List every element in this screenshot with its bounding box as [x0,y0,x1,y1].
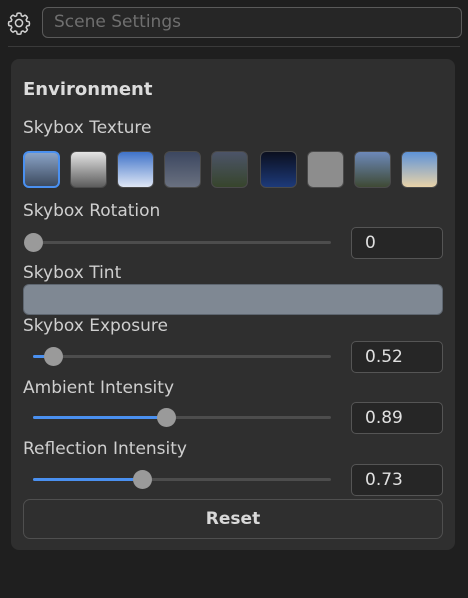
reset-button[interactable]: Reset [23,499,443,539]
top-bar: Scene Settings [0,0,468,48]
slider-handle[interactable] [43,347,63,366]
slider-handle[interactable] [133,470,153,489]
skybox-thumbnail-cloudy-overcast[interactable] [70,151,107,188]
skybox-thumbnail-plain-gray[interactable] [307,151,344,188]
search-input[interactable]: Scene Settings [42,7,462,38]
reflection-intensity-slider[interactable] [33,470,331,489]
skybox-thumbnail-blue-sky-clouds[interactable] [117,151,154,188]
ambient-intensity-slider[interactable] [33,408,331,427]
skybox-tint-swatch[interactable] [23,284,443,315]
skybox-thumbnail-field-horizon[interactable] [211,151,248,188]
skybox-rotation-field[interactable]: 0 [351,227,443,259]
section-title: Environment [23,79,153,100]
ambient-intensity-label: Ambient Intensity [23,378,174,398]
reflection-intensity-field[interactable]: 0.73 [351,464,443,496]
skybox-thumbnail-dusk-gradient[interactable] [164,151,201,188]
reflection-intensity-label: Reflection Intensity [23,439,187,459]
skybox-rotation-slider[interactable] [24,233,331,252]
skybox-tint-label: Skybox Tint [23,263,122,283]
skybox-exposure-slider[interactable] [33,347,331,366]
skybox-rotation-label: Skybox Rotation [23,201,161,221]
skybox-thumbnail-city-street[interactable] [23,151,60,188]
skybox-exposure-label: Skybox Exposure [23,316,168,336]
skybox-exposure-field[interactable]: 0.52 [351,341,443,373]
slider-fill [33,416,166,419]
slider-handle[interactable] [24,233,43,252]
slider-handle[interactable] [156,408,176,427]
slider-fill [33,478,143,481]
skybox-thumbnail-open-landscape[interactable] [354,151,391,188]
ambient-intensity-field[interactable]: 0.89 [351,402,443,434]
skybox-thumbnail-night-sky[interactable] [260,151,297,188]
gear-icon[interactable] [6,10,32,36]
divider [8,46,460,47]
skybox-texture-label: Skybox Texture [23,118,152,138]
skybox-thumbnail-sunny-day[interactable] [401,151,438,188]
